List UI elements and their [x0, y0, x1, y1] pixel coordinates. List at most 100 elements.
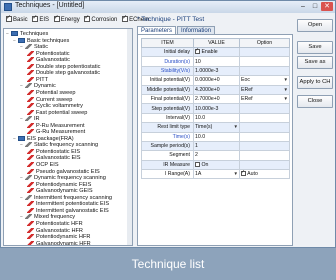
- dropdown-arrow-icon[interactable]: ▼: [234, 171, 238, 176]
- tree-item[interactable]: − Techniques: [6, 31, 48, 37]
- tree-item[interactable]: Galvanostatic: [27, 57, 70, 63]
- close-button[interactable]: Close: [297, 95, 333, 108]
- tree-item[interactable]: Galvanostatic HFR: [27, 227, 83, 234]
- tree-item-label: Potentiodynamic FEIS: [36, 181, 92, 188]
- tree-item[interactable]: Potentiostatic: [27, 50, 70, 57]
- parameter-value-cell[interactable]: 1A ▼: [193, 169, 240, 180]
- tree-item-label: Fast potential sweep: [36, 109, 88, 116]
- window-title: Techniques - [Untitled]: [15, 2, 85, 9]
- save-button[interactable]: Save: [297, 41, 333, 54]
- parameter-value: 4.2000e+0: [195, 86, 220, 93]
- tree-item[interactable]: Intermittent galvanostatic EIS: [27, 207, 109, 214]
- editor-tabs: Parameters Information: [137, 26, 216, 34]
- parameter-option-cell[interactable]: ERef ▼: [239, 84, 290, 95]
- parameter-value-cell[interactable]: On: [193, 159, 240, 171]
- parameter-value: Time(s): [195, 124, 213, 131]
- filter-eis-checkbox[interactable]: [32, 14, 39, 22]
- tree-item[interactable]: PITT: [27, 76, 48, 83]
- technique-icon: [27, 188, 34, 194]
- parameter-option-cell[interactable]: Auto: [239, 169, 290, 180]
- option-checkbox[interactable]: [241, 171, 246, 177]
- title-bar[interactable]: Techniques - [Untitled] – □ ✕: [1, 1, 335, 13]
- tree-item-label: Cyclic voltammetry: [36, 103, 83, 110]
- tree-item[interactable]: − Dynamic: [20, 83, 56, 89]
- parameter-value-cell[interactable]: 10.000e-3: [193, 103, 240, 114]
- parameter-value-cell[interactable]: 1: [193, 140, 240, 152]
- technique-tree[interactable]: − Techniques − Basic techniques − Static Poten…: [3, 28, 133, 246]
- dropdown-arrow-icon[interactable]: ▼: [284, 87, 288, 92]
- close-window-button[interactable]: ✕: [321, 2, 333, 11]
- filter-basic-checkbox[interactable]: [6, 14, 12, 22]
- tree-item[interactable]: − Basic techniques: [13, 37, 69, 44]
- parameter-checkbox[interactable]: [195, 49, 200, 55]
- tree-item[interactable]: − Mixed frequency: [20, 214, 75, 220]
- tree-item[interactable]: − EIS package(FRA): [13, 135, 74, 142]
- parameter-option-cell[interactable]: ERef ▼: [239, 93, 290, 105]
- technique-icon: [27, 207, 34, 213]
- parameter-checkbox[interactable]: [195, 161, 200, 167]
- tree-item[interactable]: Pseudo galvanostatic EIS: [27, 168, 100, 175]
- tree-item[interactable]: − Static frequency scanning: [20, 142, 98, 148]
- tree-item[interactable]: Galvanostatic EIS: [27, 155, 80, 161]
- tree-item[interactable]: Potentiostatic EIS: [27, 148, 80, 155]
- parameter-value-cell[interactable]: Enable: [193, 46, 240, 58]
- maximize-button[interactable]: □: [309, 2, 321, 11]
- tree-item[interactable]: − Dynamic frequency scanning: [20, 175, 106, 181]
- parameter-value-cell[interactable]: 0.0000e+0: [193, 75, 240, 86]
- dropdown-arrow-icon[interactable]: ▼: [284, 77, 288, 82]
- parameter-value-cell[interactable]: 10: [193, 56, 240, 67]
- parameter-name: Stability(V/s): [141, 65, 194, 77]
- dropdown-arrow-icon[interactable]: ▼: [234, 124, 238, 129]
- filter-energy-checkbox[interactable]: [53, 14, 60, 22]
- tree-item[interactable]: Potential sweep: [27, 89, 76, 96]
- tree-scrollbar[interactable]: [127, 29, 132, 245]
- parameter-value-cell[interactable]: 2: [193, 150, 240, 161]
- column-header-option: Option: [239, 38, 290, 48]
- tree-item[interactable]: G-Ru Measurement: [27, 129, 85, 135]
- tree-item[interactable]: Galvanodynamic HFR: [27, 240, 91, 245]
- technique-icon: [27, 76, 34, 82]
- save-as-button[interactable]: Save as: [297, 56, 333, 69]
- tree-item-label: Galvanodynamic GEIS: [36, 188, 93, 195]
- tree-item[interactable]: OCP EIS: [27, 162, 59, 168]
- technique-icon: [27, 122, 34, 128]
- parameter-value-cell[interactable]: 10.0: [193, 112, 240, 124]
- apply-to-ch-button[interactable]: Apply to CH: [297, 76, 333, 89]
- tree-item[interactable]: P-Ru Measurement: [27, 122, 85, 129]
- tree-item[interactable]: Current sweep: [27, 96, 73, 103]
- category-icon: [25, 142, 32, 148]
- tree-item-label: Potentiostatic HFR: [36, 220, 83, 227]
- filter-echem-checkbox[interactable]: [122, 14, 129, 22]
- parameters-panel: ITEM VALUE Option Initial delay EnableDu…: [137, 34, 293, 246]
- tree-item[interactable]: − Intermittent frequency scanning: [20, 194, 112, 201]
- parameter-value-cell[interactable]: Time(s) ▼: [193, 122, 240, 133]
- parameter-value-cell[interactable]: 1.0000e-3: [193, 65, 240, 77]
- tree-item[interactable]: Potentiodynamic FEIS: [27, 181, 92, 188]
- tree-item[interactable]: Potentiodynamic HFR: [27, 234, 90, 240]
- tree-item[interactable]: Cyclic voltammetry: [27, 103, 83, 109]
- tab-parameters[interactable]: Parameters: [137, 26, 177, 34]
- tree-item[interactable]: − Static: [20, 44, 48, 50]
- parameter-row: I Range(A)1A ▼ Auto: [141, 169, 290, 180]
- parameter-value-cell[interactable]: 10.0: [193, 131, 240, 142]
- minimize-button[interactable]: –: [297, 2, 309, 11]
- tree-item[interactable]: Potentiostatic HFR: [27, 220, 83, 227]
- tree-item[interactable]: − IR: [20, 116, 40, 122]
- tree-item[interactable]: Double step potentiostatic: [27, 63, 100, 70]
- tree-item[interactable]: Fast potential sweep: [27, 109, 88, 116]
- tab-information[interactable]: Information: [177, 26, 216, 34]
- tree-item[interactable]: Intermittent potentiostatic EIS: [27, 201, 109, 207]
- parameter-value-cell[interactable]: 2.7000e+0: [193, 93, 240, 105]
- parameter-option: ERef: [241, 86, 253, 93]
- tree-item-label: Potentiostatic: [36, 50, 70, 57]
- tree-item[interactable]: Galvanodynamic GEIS: [27, 188, 93, 194]
- tree-item-label: Dynamic frequency scanning: [34, 175, 106, 182]
- parameter-value-cell[interactable]: 4.2000e+0: [193, 84, 240, 95]
- technique-icon: [27, 57, 34, 63]
- tree-item-label: Current sweep: [36, 96, 73, 103]
- tree-item[interactable]: Double step galvanostatic: [27, 70, 100, 76]
- dropdown-arrow-icon[interactable]: ▼: [284, 96, 288, 101]
- open-button[interactable]: Open: [297, 19, 333, 32]
- filter-corrosion-checkbox[interactable]: [84, 14, 91, 22]
- parameter-option-cell[interactable]: Eoc ▼: [239, 75, 290, 86]
